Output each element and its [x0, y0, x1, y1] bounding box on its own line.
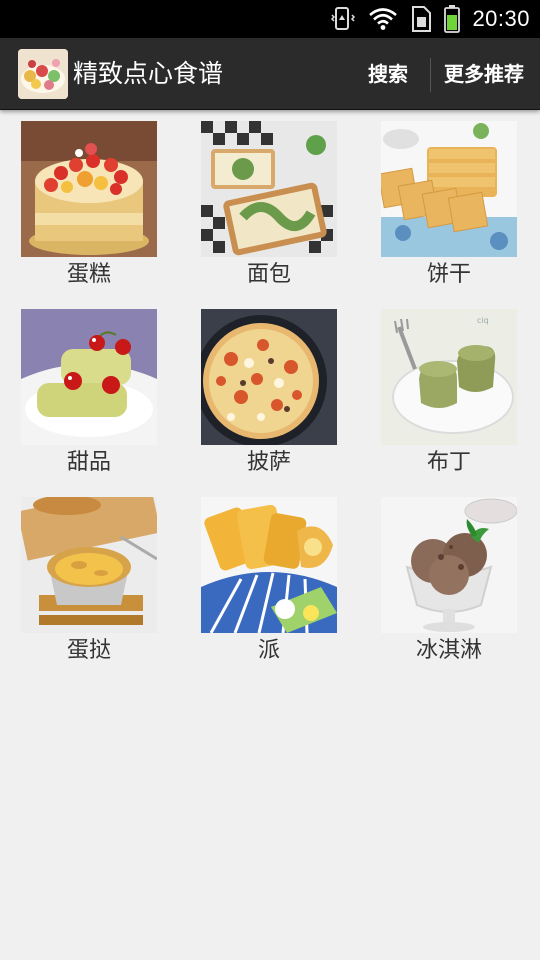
category-label: 饼干	[426, 262, 471, 287]
pie-image	[201, 497, 337, 633]
category-cookies[interactable]: 饼干	[381, 121, 517, 289]
wifi-icon	[369, 8, 398, 30]
category-label: 蛋糕	[66, 262, 111, 287]
battery-icon	[444, 5, 461, 33]
category-dessert[interactable]: 甜品	[21, 309, 157, 477]
category-ice-cream[interactable]: 冰淇淋	[381, 497, 517, 665]
category-label: 冰淇淋	[415, 638, 482, 663]
svg-text:ciq: ciq	[477, 316, 489, 325]
action-divider	[430, 58, 431, 92]
status-bar: 20:30	[0, 0, 540, 38]
category-label: 蛋挞	[66, 638, 111, 663]
pudding-image: ciq	[381, 309, 517, 445]
category-pie[interactable]: 派	[201, 497, 337, 665]
category-bread[interactable]: 面包	[201, 121, 337, 289]
category-label: 甜品	[66, 450, 111, 475]
category-label: 披萨	[246, 450, 291, 475]
category-pizza[interactable]: 披萨	[201, 309, 337, 477]
status-time: 20:30	[472, 6, 530, 31]
cookie-image	[381, 121, 517, 257]
dessert-image	[21, 309, 157, 445]
action-bar: 精致点心食谱 搜索 更多推荐	[0, 38, 540, 110]
bread-image	[201, 121, 337, 257]
category-label: 布丁	[426, 450, 471, 475]
egg-tart-image	[21, 497, 157, 633]
category-cake[interactable]: 蛋糕	[21, 121, 157, 289]
category-label: 派	[257, 638, 280, 663]
cake-image	[21, 121, 157, 257]
more-recommendations-button[interactable]: 更多推荐	[436, 38, 532, 110]
sim-icon	[412, 6, 432, 32]
app-logo[interactable]	[18, 49, 68, 99]
ice-cream-image	[381, 497, 517, 633]
category-pudding[interactable]: ciq 布丁	[381, 309, 517, 477]
app-title: 精致点心食谱	[73, 59, 224, 88]
vibrate-icon	[331, 7, 356, 30]
search-button[interactable]: 搜索	[360, 38, 416, 110]
category-label: 面包	[246, 262, 291, 287]
pizza-image	[201, 309, 337, 445]
category-egg-tart[interactable]: 蛋挞	[21, 497, 157, 665]
